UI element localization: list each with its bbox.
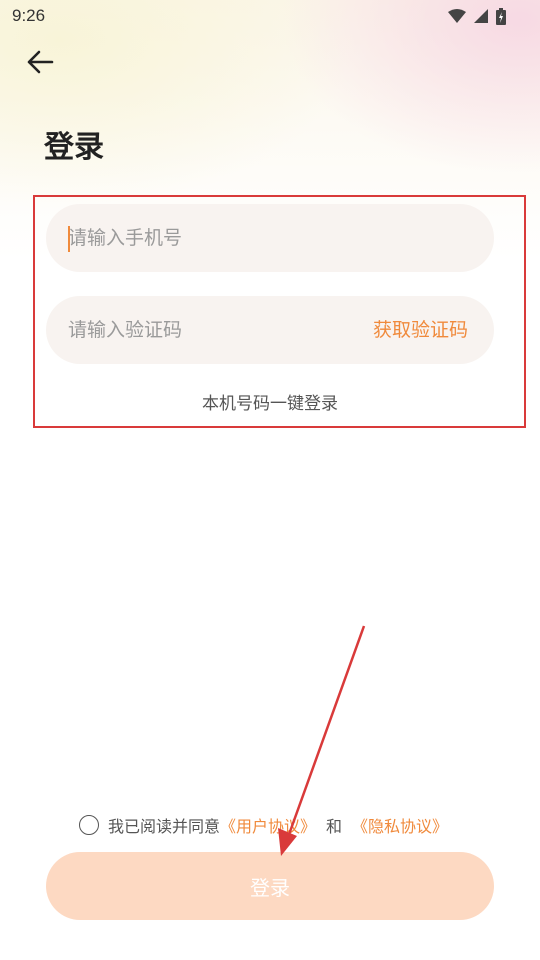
arrow-left-icon: [27, 50, 54, 74]
wifi-icon: [448, 9, 466, 23]
page-title: 登录: [44, 130, 104, 165]
status-time: 9:26: [12, 6, 46, 25]
text-cursor: [68, 226, 70, 252]
status-icons: [448, 6, 506, 26]
battery-icon: [496, 7, 506, 25]
agreement-prefix: 我已阅读并同意: [108, 817, 221, 836]
phone-input[interactable]: [68, 204, 358, 272]
code-field[interactable]: 获取验证码: [46, 296, 494, 364]
login-button[interactable]: 登录: [46, 852, 494, 920]
signal-icon: [474, 9, 488, 23]
get-code-button[interactable]: 获取验证码: [373, 296, 468, 364]
phone-field[interactable]: [46, 204, 494, 272]
one-key-login-link[interactable]: 本机号码一键登录: [0, 389, 540, 414]
code-input[interactable]: [68, 296, 358, 364]
agreement-row: 我已阅读并同意 《用户协议》 和 《隐私协议》: [79, 813, 448, 837]
agreement-and: 和: [326, 817, 343, 836]
user-agreement-link[interactable]: 《用户协议》: [220, 813, 316, 837]
agreement-checkbox[interactable]: [79, 815, 99, 835]
privacy-policy-link[interactable]: 《隐私协议》: [352, 813, 448, 837]
back-button[interactable]: [20, 44, 60, 80]
status-bar: 9:26: [0, 0, 540, 36]
